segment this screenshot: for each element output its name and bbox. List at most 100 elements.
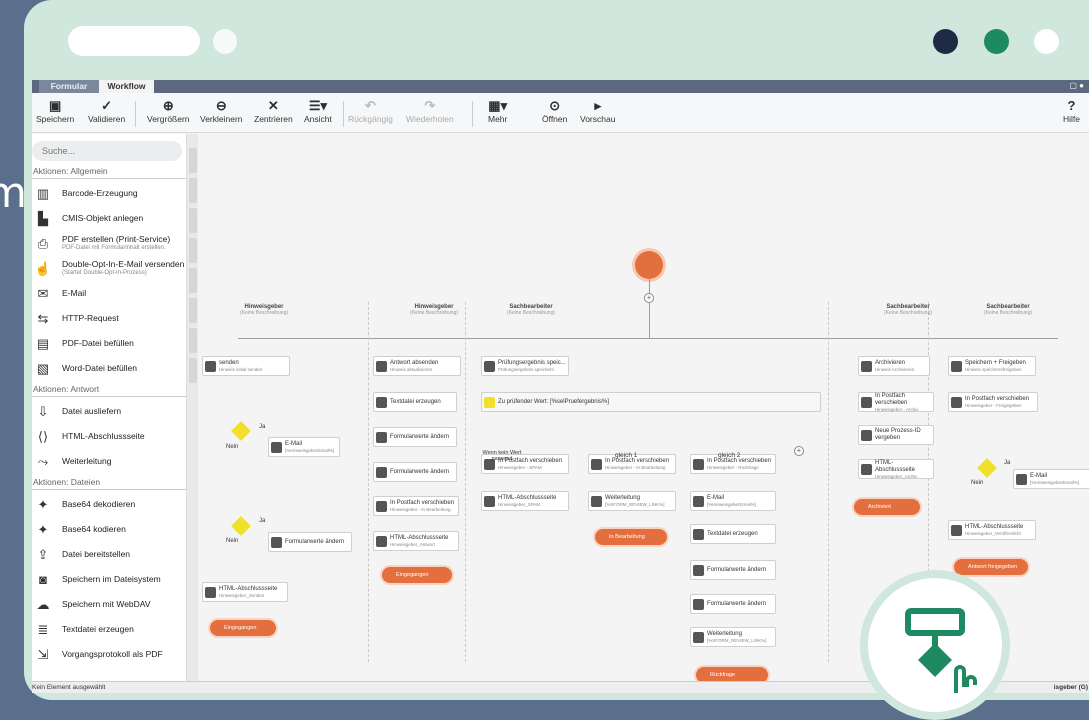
undo-button[interactable]: ↶ Rückgängig xyxy=(348,98,393,124)
validate-button[interactable]: ✓ Validieren xyxy=(88,98,125,124)
lane-header[interactable]: Hinweisgeber (Keine Beschreibung) xyxy=(214,304,314,316)
palette-item[interactable]: ⇪ Datei bereitstellen xyxy=(32,542,186,567)
palette-item[interactable]: ▤ PDF-Datei befüllen xyxy=(32,331,186,356)
search-input[interactable]: Suche... xyxy=(32,141,182,161)
window-dot-white[interactable] xyxy=(1034,29,1059,54)
palette-item[interactable]: ⇆ HTTP-Request xyxy=(32,306,186,331)
lane-header[interactable]: Sachbearbeiter (Keine Beschreibung) xyxy=(858,304,958,316)
palette-item[interactable]: ⇲ Vorgangsprotokoll als PDF xyxy=(32,642,186,667)
palette-item[interactable]: ◙ Speichern im Dateisystem xyxy=(32,567,186,592)
palette-item-label: Vorgangsprotokoll als PDF xyxy=(62,650,163,659)
add-icon[interactable]: + xyxy=(644,293,654,303)
open-button[interactable]: ⊙ Öffnen xyxy=(542,98,567,124)
palette-item[interactable]: ⤳ Weiterleitung xyxy=(32,449,186,474)
node-subtitle: Hinweisgeber_Archiv xyxy=(875,473,918,479)
palette-item[interactable]: ⎙ PDF erstellen (Print-Service) PDF-Datei … xyxy=(32,231,186,256)
workflow-node[interactable]: HTML-Abschlussseite Hinweisgeber_Veröffen… xyxy=(948,520,1036,540)
workflow-node[interactable]: Formularwerte ändern xyxy=(690,560,776,580)
workflow-node[interactable]: Prüfungsergebnis speic... Prüfungsergebni… xyxy=(481,356,569,376)
palette-item-sub: (Startet Double-Opt-In-Prozess) xyxy=(62,269,147,276)
workflow-node[interactable]: In Postfach verschieben Hinweisgeber - In… xyxy=(373,496,459,516)
end-node[interactable]: In Bearbeitung xyxy=(595,529,667,545)
start-node[interactable] xyxy=(635,251,663,279)
workflow-node[interactable]: Antwort absenden Hinweis aktualisieren xyxy=(373,356,461,376)
workflow-node[interactable]: E-Mail [%HinweisgeberEmail%] xyxy=(1013,469,1089,489)
palette-item[interactable]: ✉ E-Mail xyxy=(32,281,186,306)
workflow-node[interactable]: E-Mail [%HinweisgeberEmail%] xyxy=(268,437,340,457)
end-node[interactable]: Eingegangen xyxy=(210,620,276,636)
workflow-node[interactable]: Formularwerte ändern xyxy=(690,594,776,614)
redo-button[interactable]: ↷ Wiederholen xyxy=(406,98,454,124)
rail-tab[interactable] xyxy=(189,328,197,353)
end-node[interactable]: Rückfrage xyxy=(696,667,768,681)
workflow-node[interactable]: Textdatei erzeugen xyxy=(373,392,457,412)
workflow-node[interactable]: In Postfach verschieben Hinweisgeber - Ar… xyxy=(858,392,934,412)
rail-tab[interactable] xyxy=(189,178,197,203)
palette-item[interactable]: ✦ Base64 kodieren xyxy=(32,517,186,542)
workflow-node[interactable]: In Postfach verschieben Hinweisgeber - Fr… xyxy=(948,392,1038,412)
palette-item[interactable]: ≣ Textdatei erzeugen xyxy=(32,617,186,642)
condition-diamond[interactable] xyxy=(231,421,251,441)
node-label: E-Mail [%HinweisgeberEmail%] xyxy=(707,495,756,507)
rail-tab[interactable] xyxy=(189,298,197,323)
palette-item[interactable]: ▥ Barcode-Erzeugung xyxy=(32,181,186,206)
workflow-node[interactable]: Formularwerte ändern xyxy=(373,427,457,447)
palette-item[interactable]: ▙ CMIS-Objekt anlegen xyxy=(32,206,186,231)
node-icon xyxy=(205,586,216,598)
view-button[interactable]: ☰▾ Ansicht xyxy=(304,98,332,124)
center-button[interactable]: ✕ Zentrieren xyxy=(254,98,293,124)
lane-header[interactable]: Sachbearbeiter (Keine Beschreibung) xyxy=(958,304,1058,316)
end-node[interactable]: Eingegangen xyxy=(382,567,452,583)
workflow-node[interactable]: E-Mail [%HinweisgeberEmail%] xyxy=(690,491,776,511)
palette-item[interactable]: ✦ Base64 dekodieren xyxy=(32,492,186,517)
palette-item[interactable]: ▧ Word-Datei befüllen xyxy=(32,356,186,381)
workflow-node[interactable]: Neue Prozess-ID vergeben xyxy=(858,425,934,445)
workflow-node[interactable]: Formularwerte ändern xyxy=(373,462,457,482)
workflow-node[interactable]: Zu prüfender Wert: [%selPruefergebnis%] xyxy=(481,392,821,412)
rail-tab[interactable] xyxy=(189,268,197,293)
rail-tab[interactable] xyxy=(189,148,197,173)
node-title: E-Mail xyxy=(1030,473,1048,479)
workflow-node[interactable]: HTML-Abschlussseite Hinweisgeber_Antwort xyxy=(373,531,459,551)
rail-tab[interactable] xyxy=(189,358,197,383)
palette-item[interactable]: ⇩ Datei ausliefern xyxy=(32,399,186,424)
palette-item-label: Speichern mit WebDAV xyxy=(62,600,151,609)
lane-header[interactable]: Hinweisgeber (Keine Beschreibung) xyxy=(384,304,484,316)
palette-item[interactable]: ☁ Speichern mit WebDAV xyxy=(32,592,186,617)
workflow-node[interactable]: HTML-Abschlussseite Hinweisgeber_Archiv xyxy=(858,459,934,479)
barcode-icon: ▥ xyxy=(36,185,50,201)
end-node[interactable]: Archiviert xyxy=(854,499,920,515)
workflow-node[interactable]: Speichern + Freigeben Hinweis speichern/f… xyxy=(948,356,1036,376)
lane-divider xyxy=(465,302,466,662)
zoom-out-button[interactable]: ⊖ Verkleinern xyxy=(200,98,243,124)
workflow-node[interactable]: HTML-Abschlussseite Hinweisgeber_Senden xyxy=(202,582,288,602)
help-button[interactable]: ? Hilfe xyxy=(1063,98,1080,124)
window-dot-navy[interactable] xyxy=(933,29,958,54)
zoom-in-button[interactable]: ⊕ Vergrößern xyxy=(147,98,190,124)
chat-icon[interactable]: ▢ ● xyxy=(1069,81,1084,90)
preview-button[interactable]: ▸ Vorschau xyxy=(580,98,615,124)
palette-item-title: Vorgangsprotokoll als PDF xyxy=(62,649,163,659)
palette-item[interactable]: ⟨⟩ HTML-Abschlussseite xyxy=(32,424,186,449)
add-icon[interactable]: + xyxy=(794,446,804,456)
workflow-node[interactable]: senden Hinweis initial senden xyxy=(202,356,290,376)
workflow-node[interactable]: HTML-Abschlussseite Hinweisgeber_SPAM xyxy=(481,491,569,511)
window-dot-green[interactable] xyxy=(984,29,1009,54)
workflow-node[interactable]: Formularwerte ändern xyxy=(268,532,352,552)
condition-diamond[interactable] xyxy=(231,516,251,536)
condition-diamond[interactable] xyxy=(977,458,997,478)
lane-header[interactable]: Sachbearbeiter (Keine Beschreibung) xyxy=(481,304,581,316)
more-button[interactable]: ▦▾ Mehr xyxy=(488,98,507,124)
workflow-node[interactable]: Textdatei erzeugen xyxy=(690,524,776,544)
rail-tab[interactable] xyxy=(189,208,197,233)
workflow-node[interactable]: Weiterleitung [%SFORM_REVIEW_LINK%] xyxy=(588,491,676,511)
end-node[interactable]: Antwort freigegeben xyxy=(954,559,1028,575)
save-button[interactable]: ▣ Speichern xyxy=(36,98,74,124)
workflow-node[interactable]: Weiterleitung [%SFORM_REVIEW_LINK%] xyxy=(690,627,776,647)
palette-item[interactable]: ☝ Double-Opt-In-E-Mail versenden (Startet … xyxy=(32,256,186,281)
tab-formular[interactable]: Formular xyxy=(39,80,99,93)
tab-workflow[interactable]: Workflow xyxy=(99,80,154,93)
node-icon xyxy=(951,524,962,536)
rail-tab[interactable] xyxy=(189,238,197,263)
workflow-node[interactable]: Archivieren Hinweis Archivieren xyxy=(858,356,930,376)
